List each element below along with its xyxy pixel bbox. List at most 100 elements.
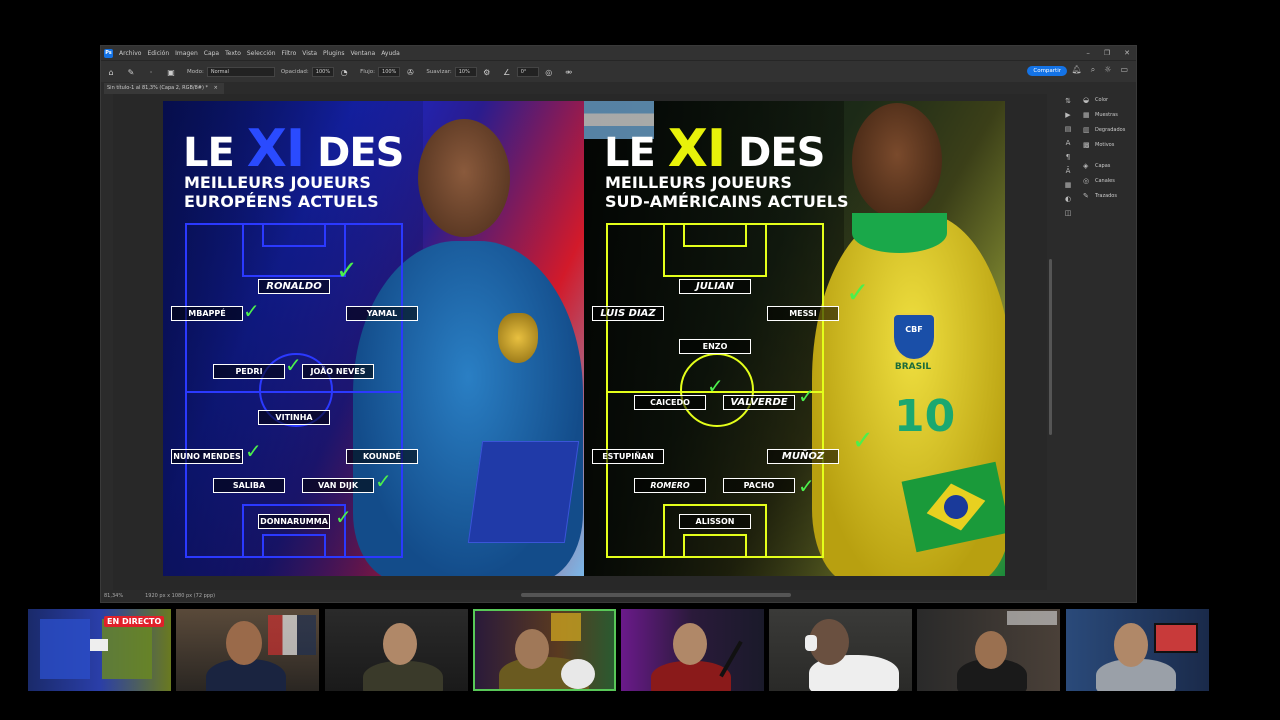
crest-country-text: BRASIL bbox=[894, 362, 932, 372]
player-label-vitinha: VITINHA bbox=[258, 410, 330, 425]
smooth-field[interactable]: 10% bbox=[454, 67, 477, 77]
scroll-thumb[interactable] bbox=[1049, 259, 1052, 435]
menu-texto[interactable]: Texto bbox=[225, 50, 241, 57]
character-icon[interactable]: A bbox=[1063, 138, 1073, 148]
zoom-level[interactable]: 81,34% bbox=[104, 593, 123, 599]
paragraph-icon[interactable]: ¶ bbox=[1063, 152, 1073, 162]
player-label-romero: ROMERO bbox=[634, 478, 706, 493]
smoothing-settings-icon[interactable]: ⚙ bbox=[482, 67, 492, 77]
bell-icon[interactable]: 🔔︎ bbox=[1072, 65, 1082, 75]
channels-icon: ◎ bbox=[1083, 176, 1090, 185]
check-icon: ✓ bbox=[846, 276, 870, 309]
libraries-icon[interactable]: ◫ bbox=[1063, 208, 1073, 218]
history-icon[interactable]: ⇅ bbox=[1063, 96, 1073, 106]
brush-tool-icon[interactable]: ✎ bbox=[126, 67, 136, 77]
actions-icon[interactable]: ▶ bbox=[1063, 110, 1073, 120]
search-icon[interactable]: ⌕ bbox=[1091, 65, 1095, 75]
symmetry-icon[interactable]: ⚮ bbox=[564, 67, 574, 77]
maximize-icon[interactable]: ❐ bbox=[1104, 49, 1110, 57]
left-subtitle-line1: MEILLEURS JOUEURS bbox=[184, 173, 371, 192]
tool-panel bbox=[101, 94, 113, 590]
panel-layers-label: Capas bbox=[1095, 162, 1111, 169]
adjustments-icon[interactable]: ◐ bbox=[1063, 194, 1073, 204]
south-america-xi-graphic: CBF BRASIL 10 LE XI DES MEILLEURS JOUEUR… bbox=[584, 101, 1005, 576]
french-rooster-crest bbox=[498, 313, 538, 363]
home-icon[interactable]: ⌂ bbox=[106, 67, 116, 77]
menu-plugins[interactable]: Plugins bbox=[323, 50, 345, 57]
minimize-icon[interactable]: – bbox=[1086, 49, 1090, 57]
player-label-estupinan: ESTUPIÑAN bbox=[592, 449, 664, 464]
properties-icon[interactable]: ▦ bbox=[1063, 180, 1073, 190]
pressure-opacity-icon[interactable]: ◔ bbox=[339, 67, 349, 77]
player-label-alisson: ALISSON bbox=[679, 514, 751, 529]
paths-icon: ✎ bbox=[1083, 191, 1089, 200]
raphinha-head bbox=[852, 103, 942, 218]
opacity-field[interactable]: 100% bbox=[311, 67, 335, 77]
menu-vista[interactable]: Vista bbox=[302, 50, 317, 57]
document-tab[interactable]: Sin título-1 al 81,3% (Capa 2, RGB/8#) *… bbox=[104, 83, 224, 94]
panel-layers[interactable]: ◈ Capas bbox=[1079, 158, 1138, 173]
brazil-shirt-collar bbox=[852, 213, 947, 253]
gradients-icon: ▥ bbox=[1083, 125, 1090, 134]
tab-close-icon[interactable]: × bbox=[214, 85, 218, 91]
webcam-tile-streamer-7[interactable] bbox=[1066, 609, 1209, 691]
panels-dock: ◒ Color ▦ Muestras ▥ Degradados ▩ Motivos ◈ C… bbox=[1079, 92, 1138, 292]
panel-paths[interactable]: ✎ Trazados bbox=[1079, 188, 1138, 203]
menu-archivo[interactable]: Archivo bbox=[119, 50, 141, 57]
menu-edicion[interactable]: Edición bbox=[147, 50, 169, 57]
panel-color[interactable]: ◒ Color bbox=[1079, 92, 1138, 107]
flow-field[interactable]: 100% bbox=[378, 67, 401, 77]
eu-flag bbox=[467, 441, 580, 543]
share-button[interactable]: Compartir bbox=[1027, 66, 1067, 76]
player-label-joao-neves: JOÃO NEVES bbox=[302, 364, 374, 379]
angle-field[interactable]: 0° bbox=[516, 67, 539, 77]
airbrush-icon[interactable]: ✇ bbox=[405, 67, 415, 77]
comments-icon[interactable]: ▤ bbox=[1063, 124, 1073, 134]
player-label-van-dijk: VAN DIJK bbox=[302, 478, 374, 493]
panel-channels-label: Canales bbox=[1095, 177, 1115, 184]
player-label-valverde: VALVERDE bbox=[723, 395, 795, 410]
check-icon: ✓ bbox=[335, 505, 352, 529]
webcam-tile-streamer-3-active[interactable] bbox=[473, 609, 616, 691]
player-label-pacho: PACHO bbox=[723, 478, 795, 493]
check-icon: ✓ bbox=[707, 374, 724, 398]
check-icon: ✓ bbox=[285, 353, 302, 377]
menu-filtro[interactable]: Filtro bbox=[282, 50, 297, 57]
color-icon: ◒ bbox=[1083, 95, 1090, 104]
webcam-tile-streamer-5[interactable] bbox=[769, 609, 912, 691]
menu-seleccion[interactable]: Selección bbox=[247, 50, 276, 57]
brush-settings-icon[interactable]: ▣ bbox=[166, 67, 176, 77]
horizontal-scrollbar[interactable] bbox=[521, 593, 791, 597]
webcam-tile-streamer-4[interactable] bbox=[621, 609, 764, 691]
menu-capa[interactable]: Capa bbox=[204, 50, 219, 57]
mode-select[interactable]: Normal bbox=[206, 67, 275, 77]
discover-icon[interactable]: ☼ bbox=[1104, 65, 1111, 75]
webcam-tile-streamer-1[interactable] bbox=[176, 609, 319, 691]
panel-swatches[interactable]: ▦ Muestras bbox=[1079, 107, 1138, 122]
panel-channels[interactable]: ◎ Canales bbox=[1079, 173, 1138, 188]
menu-imagen[interactable]: Imagen bbox=[175, 50, 198, 57]
panel-gradients[interactable]: ▥ Degradados bbox=[1079, 122, 1138, 137]
menu-ventana[interactable]: Ventana bbox=[351, 50, 376, 57]
vertical-scrollbar[interactable] bbox=[1047, 94, 1054, 592]
streamer-head bbox=[673, 623, 707, 665]
webcam-tile-streamer-2[interactable] bbox=[325, 609, 468, 691]
check-icon: ✓ bbox=[852, 426, 874, 456]
left-subtitle: MEILLEURS JOUEURS EUROPÉENS ACTUELS bbox=[184, 173, 379, 211]
layers-icon: ◈ bbox=[1083, 161, 1089, 170]
webcam-tile-streamer-6[interactable] bbox=[917, 609, 1060, 691]
swatches-icon: ▦ bbox=[1083, 110, 1090, 119]
panel-patterns[interactable]: ▩ Motivos bbox=[1079, 137, 1138, 152]
brush-preset-icon[interactable]: · bbox=[146, 67, 156, 77]
glyphs-icon[interactable]: Ã bbox=[1063, 166, 1073, 176]
player-label-pedri: PEDRI bbox=[213, 364, 285, 379]
opacity-label: Opacidad: bbox=[280, 69, 309, 75]
workspace-icon[interactable]: ▭ bbox=[1120, 65, 1128, 75]
check-icon: ✓ bbox=[243, 299, 260, 323]
shelf-decor bbox=[268, 615, 316, 655]
pressure-size-icon[interactable]: ◎ bbox=[544, 67, 554, 77]
player-label-mbappe: MBAPPÉ bbox=[171, 306, 243, 321]
menu-ayuda[interactable]: Ayuda bbox=[381, 50, 400, 57]
close-icon[interactable]: ✕ bbox=[1124, 49, 1130, 57]
check-icon: ✓ bbox=[375, 469, 392, 493]
